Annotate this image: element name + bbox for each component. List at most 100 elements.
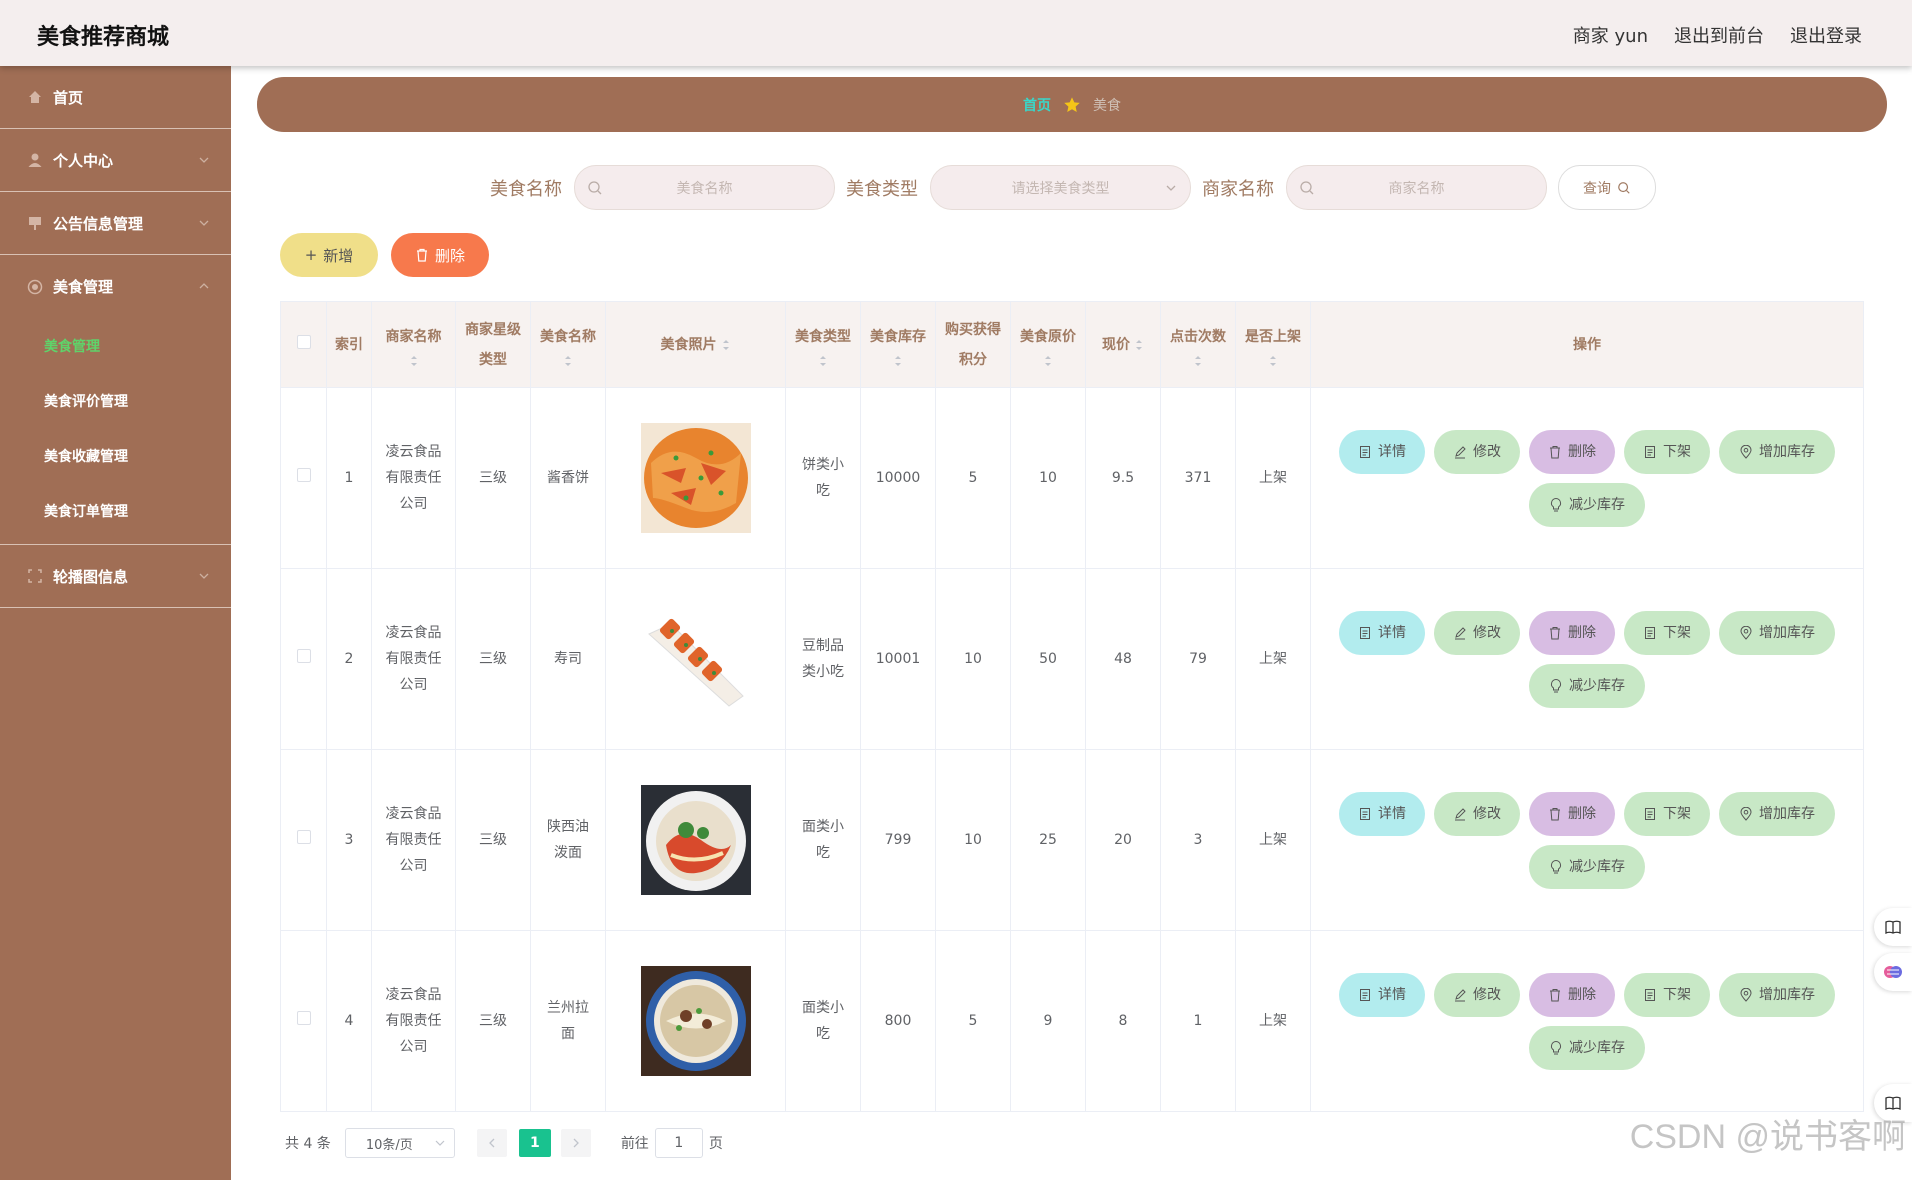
sort-icon[interactable] [721,338,731,352]
off-shelf-button[interactable]: 下架 [1624,610,1710,655]
chevron-right-icon [573,1138,579,1148]
book-float-button[interactable] [1874,908,1912,946]
page-number-1[interactable]: 1 [518,1129,551,1157]
sidebar-subitem-food-review[interactable]: 美食评价管理 [0,373,231,428]
col-header-type[interactable]: 美食类型 [785,301,861,388]
sort-icon[interactable] [1268,354,1278,368]
sidebar-item-home[interactable]: 首页 [0,66,231,129]
food-type-label: 美食类型 [846,178,918,200]
batch-delete-button[interactable]: 删除 [391,233,489,277]
cell-points: 10 [935,749,1011,931]
delete-button[interactable]: 删除 [1529,972,1615,1017]
edit-button[interactable]: 修改 [1434,429,1520,474]
document-icon [1360,626,1370,639]
col-header-points[interactable]: 购买获得积分 [935,301,1011,388]
table-row: 4 凌云食品有限责任公司 三级 兰州拉面 面类小吃 800 5 9 8 1 上架 详情 修改 删除 下架 增加… [280,930,1864,1112]
sidebar-subitem-food-favorite[interactable]: 美食收藏管理 [0,428,231,483]
detail-button[interactable]: 详情 [1339,610,1425,655]
cell-merchant: 凌云食品有限责任公司 [371,387,456,569]
add-stock-button[interactable]: 增加库存 [1719,791,1835,836]
edit-button[interactable]: 修改 [1434,610,1520,655]
site-title: 美食推荐商城 [37,25,170,50]
breadcrumb: 首页 美食 [257,77,1887,132]
add-stock-button[interactable]: 增加库存 [1719,972,1835,1017]
breadcrumb-home[interactable]: 首页 [1023,95,1051,115]
off-shelf-button[interactable]: 下架 [1624,791,1710,836]
goto-page-input[interactable]: 1 [654,1128,703,1158]
exit-to-front-link[interactable]: 退出到前台 [1674,22,1764,48]
edit-button[interactable]: 修改 [1434,972,1520,1017]
cell-stock: 800 [860,930,936,1112]
trash-icon [1550,807,1560,820]
sort-icon[interactable] [1193,354,1203,368]
sidebar-item-food-management[interactable]: 美食管理 [0,255,231,318]
food-name-input[interactable]: 美食名称 [574,165,835,210]
col-header-star[interactable]: 商家星级类型 [455,301,531,388]
cell-clicks: 371 [1160,387,1236,569]
merchant-name-input[interactable]: 商家名称 [1286,165,1547,210]
cell-merchant: 凌云食品有限责任公司 [371,930,456,1112]
sort-icon[interactable] [1043,354,1053,368]
col-header-photo[interactable]: 美食照片 [605,301,786,388]
food-photo [640,604,751,714]
row-checkbox[interactable] [296,830,311,844]
sidebar-subitem-food-order[interactable]: 美食订单管理 [0,483,231,538]
document-icon [1645,988,1655,1001]
row-select-cell[interactable] [280,568,327,750]
cell-points: 5 [935,930,1011,1112]
cell-stock: 10001 [860,568,936,750]
delete-button[interactable]: 删除 [1529,791,1615,836]
reduce-stock-button[interactable]: 减少库存 [1529,482,1645,527]
brain-float-button[interactable] [1874,953,1912,991]
logout-link[interactable]: 退出登录 [1790,22,1862,48]
col-header-price[interactable]: 现价 [1085,301,1161,388]
col-header-name[interactable]: 美食名称 [530,301,606,388]
next-page-button[interactable] [560,1129,591,1157]
sort-icon[interactable] [893,354,903,368]
row-checkbox[interactable] [296,649,311,663]
sort-icon[interactable] [1134,338,1144,352]
sort-icon[interactable] [409,354,419,368]
row-checkbox[interactable] [296,468,311,482]
row-select-cell[interactable] [280,930,327,1112]
off-shelf-button[interactable]: 下架 [1624,429,1710,474]
add-stock-button[interactable]: 增加库存 [1719,610,1835,655]
row-select-cell[interactable] [280,749,327,931]
prev-page-button[interactable] [476,1129,507,1157]
row-select-cell[interactable] [280,387,327,569]
add-button[interactable]: + 新增 [280,233,378,277]
off-shelf-button[interactable]: 下架 [1624,972,1710,1017]
edit-button[interactable]: 修改 [1434,791,1520,836]
col-header-clicks[interactable]: 点击次数 [1160,301,1236,388]
col-header-status[interactable]: 是否上架 [1235,301,1311,388]
add-stock-button[interactable]: 增加库存 [1719,429,1835,474]
col-header-actions: 操作 [1310,301,1864,388]
sidebar-item-personal-center[interactable]: 个人中心 [0,129,231,192]
row-checkbox[interactable] [296,1011,311,1025]
reduce-stock-button[interactable]: 减少库存 [1529,844,1645,889]
col-header-merchant[interactable]: 商家名称 [371,301,456,388]
sidebar-item-notice[interactable]: 公告信息管理 [0,192,231,255]
delete-button[interactable]: 删除 [1529,429,1615,474]
cell-photo [605,387,786,569]
col-header-orig-price[interactable]: 美食原价 [1010,301,1086,388]
cell-price: 8 [1085,930,1161,1112]
delete-button[interactable]: 删除 [1529,610,1615,655]
sidebar-subitem-food-management[interactable]: 美食管理 [0,318,231,373]
reduce-stock-button[interactable]: 减少库存 [1529,663,1645,708]
reduce-stock-button[interactable]: 减少库存 [1529,1025,1645,1070]
cell-status: 上架 [1235,930,1311,1112]
detail-button[interactable]: 详情 [1339,972,1425,1017]
sort-icon[interactable] [563,354,573,368]
select-all-cell[interactable] [280,301,327,388]
page-size-select[interactable]: 10条/页 [344,1128,455,1158]
food-type-select[interactable]: 请选择美食类型 [930,165,1191,210]
detail-button[interactable]: 详情 [1339,429,1425,474]
col-header-stock[interactable]: 美食库存 [860,301,936,388]
detail-button[interactable]: 详情 [1339,791,1425,836]
sort-icon[interactable] [818,354,828,368]
search-form: 美食名称 美食名称 美食类型 请选择美食类型 商家名称 商家名称 查询 [490,165,1656,210]
select-all-checkbox[interactable] [296,334,311,349]
query-button[interactable]: 查询 [1558,165,1656,210]
sidebar-item-carousel[interactable]: 轮播图信息 [0,545,231,608]
